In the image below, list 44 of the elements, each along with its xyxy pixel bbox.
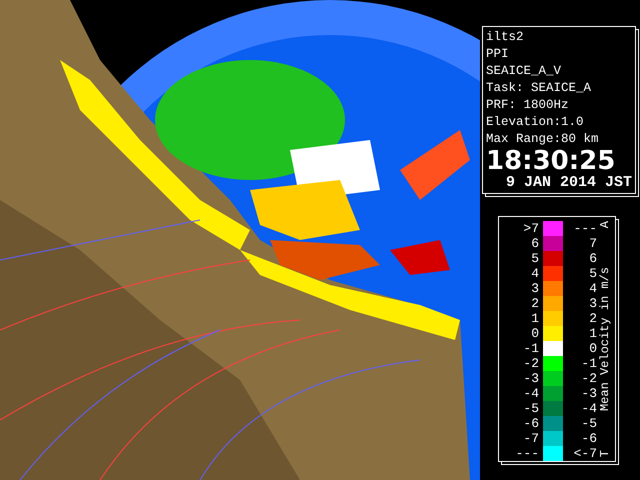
legend-label: -3 — [580, 386, 597, 401]
time-text: 18:30:25 — [486, 148, 616, 174]
legend-label: -2 — [580, 371, 597, 386]
legend-label: 1 — [530, 311, 540, 326]
info-line: Task: SEAICE_A — [486, 80, 592, 97]
info-line: SEAICE_A_V — [486, 63, 562, 80]
legend-label: -6 — [522, 416, 540, 431]
legend-label: --- — [572, 221, 597, 236]
date-text: 9 JAN 2014 JST — [504, 174, 632, 191]
legend-label: 6 — [588, 251, 597, 266]
legend-label: 2 — [588, 311, 597, 326]
legend-label: 7 — [588, 236, 597, 251]
legend-label: 4 — [588, 281, 597, 296]
legend-label: -7 — [522, 431, 540, 446]
legend-label: -5 — [580, 416, 597, 431]
legend-label: 5 — [588, 266, 597, 281]
info-line: ilts2 — [486, 29, 525, 46]
legend-label: >7 — [522, 221, 540, 236]
legend-label: 6 — [530, 236, 540, 251]
legend-title: Mean Velocity in m/s — [598, 266, 612, 412]
legend-label: 0 — [530, 326, 540, 341]
info-line: Elevation:1.0 — [486, 114, 585, 131]
legend-label: -2 — [522, 356, 540, 371]
info-line: PRF: 1800Hz — [486, 97, 570, 114]
legend-label: 4 — [530, 266, 540, 281]
legend-label: 5 — [530, 251, 540, 266]
legend-label: 3 — [530, 281, 540, 296]
legend-label: -1 — [580, 356, 597, 371]
info-line: PPI — [486, 46, 510, 63]
legend-label: -4 — [580, 401, 597, 416]
legend-label: -6 — [580, 431, 597, 446]
legend-label: -4 — [522, 386, 540, 401]
legend-label: 2 — [530, 296, 540, 311]
legend-label: -1 — [522, 341, 540, 356]
legend-label: --- — [514, 446, 540, 461]
legend-label: <-7 — [572, 446, 597, 461]
legend-label: 1 — [588, 326, 597, 341]
legend-label: -3 — [522, 371, 540, 386]
legend-label: -5 — [522, 401, 540, 416]
legend-label: 3 — [588, 296, 597, 311]
legend-mark: A — [598, 221, 612, 228]
legend-label: 0 — [588, 341, 597, 356]
info-line: Max Range:80 km — [486, 131, 600, 148]
legend-mark: T — [598, 450, 612, 457]
